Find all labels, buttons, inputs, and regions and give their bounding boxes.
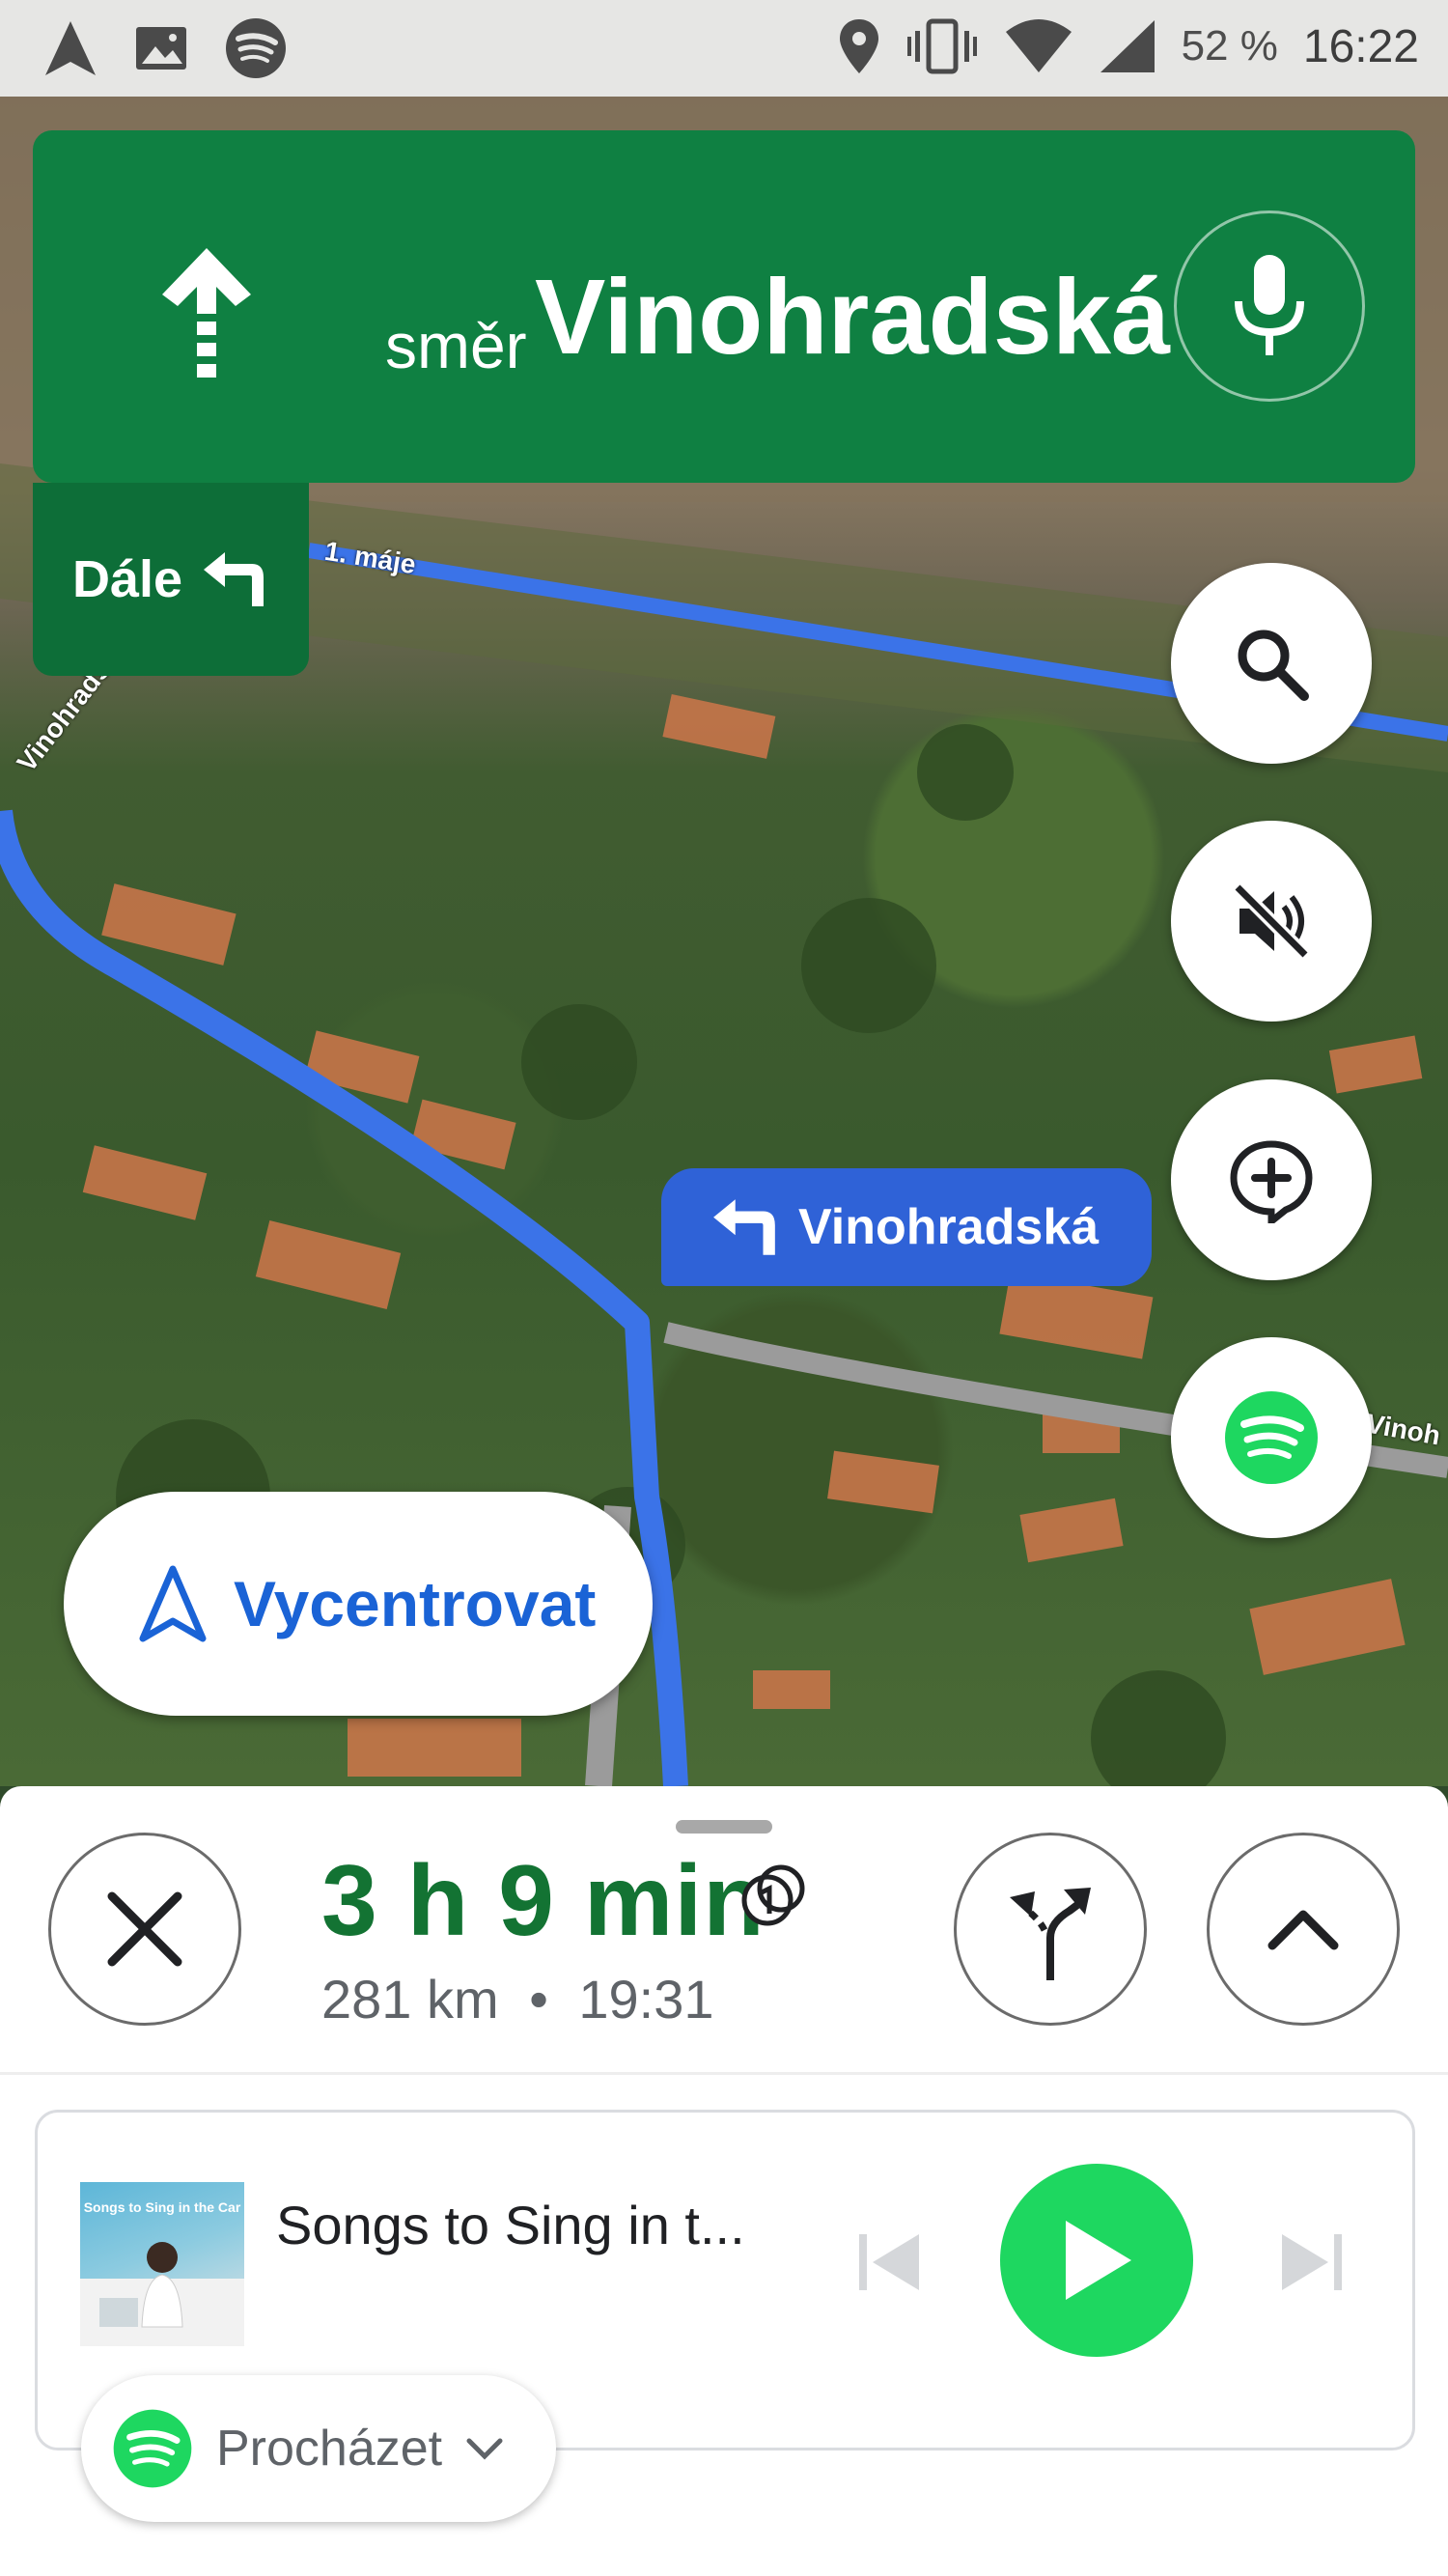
expand-icon: [1267, 1910, 1339, 1950]
close-icon: [107, 1891, 182, 1967]
location-icon: [839, 19, 878, 73]
turn-left-icon: [204, 552, 265, 606]
add-report-icon: [1230, 1140, 1313, 1223]
mic-icon: [1235, 255, 1304, 355]
spotify-button[interactable]: [1171, 1337, 1372, 1538]
skip-previous-icon: [859, 2234, 919, 2290]
vibrate-icon: [906, 18, 977, 74]
straight-arrow-icon: [162, 248, 251, 378]
skip-next-icon: [1282, 2234, 1342, 2290]
search-icon: [1238, 630, 1309, 701]
street-callout: Vinohradská: [661, 1168, 1152, 1286]
turn-left-icon: [713, 1199, 775, 1255]
callout-street-label: Vinohradská: [798, 1199, 1100, 1255]
status-bar-right: 52 % 16:22: [838, 17, 1419, 75]
direction-prefix: směr: [385, 310, 527, 381]
status-bar: 52 % 16:22: [0, 0, 1448, 97]
image-icon: [136, 27, 186, 70]
play-icon: [1066, 2221, 1131, 2300]
trip-separator: •: [529, 1969, 548, 2030]
trip-summary: 281 km • 19:31: [321, 1968, 714, 2030]
add-report-button[interactable]: [1171, 1079, 1372, 1280]
track-title: Songs to Sing in t...: [276, 2195, 745, 2255]
recenter-label: Vycentrovat: [234, 1568, 597, 1639]
signal-icon: [1100, 20, 1155, 72]
trip-duration: 3 h 9 min: [321, 1845, 766, 1957]
alternate-routes-button[interactable]: [954, 1833, 1147, 2026]
spotify-icon: [1225, 1391, 1318, 1484]
battery-level: 52 %: [1181, 22, 1278, 70]
next-maneuver-label: Dále: [71, 550, 183, 608]
search-button[interactable]: [1171, 563, 1372, 764]
exit-navigation-button[interactable]: [48, 1833, 241, 2026]
chevron-down-icon: [466, 2438, 503, 2460]
traffic-info-icon: [741, 1864, 805, 1926]
spotify-icon: [113, 2409, 192, 2488]
wifi-icon: [1005, 19, 1072, 72]
alternate-routes-icon: [1010, 1888, 1091, 1980]
trip-sheet: 3 h 9 min 281 km • 19:31 Songs to Sing i…: [0, 1786, 1448, 2576]
direction-street: Vinohradská: [535, 258, 1171, 377]
previous-button[interactable]: [850, 2224, 928, 2301]
recenter-button[interactable]: Vycentrovat: [64, 1492, 653, 1716]
direction-banner[interactable]: směr Vinohradská: [33, 130, 1415, 483]
browse-button[interactable]: Procházet: [81, 2375, 556, 2522]
album-photo: [80, 2242, 244, 2346]
voice-button[interactable]: [1174, 210, 1365, 402]
album-art[interactable]: Songs to Sing in the Car: [80, 2182, 244, 2346]
expand-sheet-button[interactable]: [1207, 1833, 1400, 2026]
sheet-divider: [0, 2072, 1448, 2075]
drag-handle[interactable]: [676, 1820, 772, 1834]
next-button[interactable]: [1273, 2224, 1351, 2301]
play-button[interactable]: [1000, 2164, 1193, 2357]
clock: 16:22: [1302, 20, 1419, 72]
navigation-icon: [45, 21, 96, 75]
trip-arrival-time: 19:31: [578, 1969, 714, 2030]
next-maneuver-panel[interactable]: Dále: [33, 483, 309, 676]
mute-button[interactable]: [1171, 821, 1372, 1022]
spotify-icon: [226, 18, 286, 78]
navigation-arrow-icon: [139, 1565, 207, 1642]
browse-label: Procházet: [216, 2421, 443, 2477]
mute-icon: [1233, 882, 1310, 960]
status-bar-left: [43, 17, 287, 79]
trip-distance: 281 km: [321, 1969, 499, 2030]
